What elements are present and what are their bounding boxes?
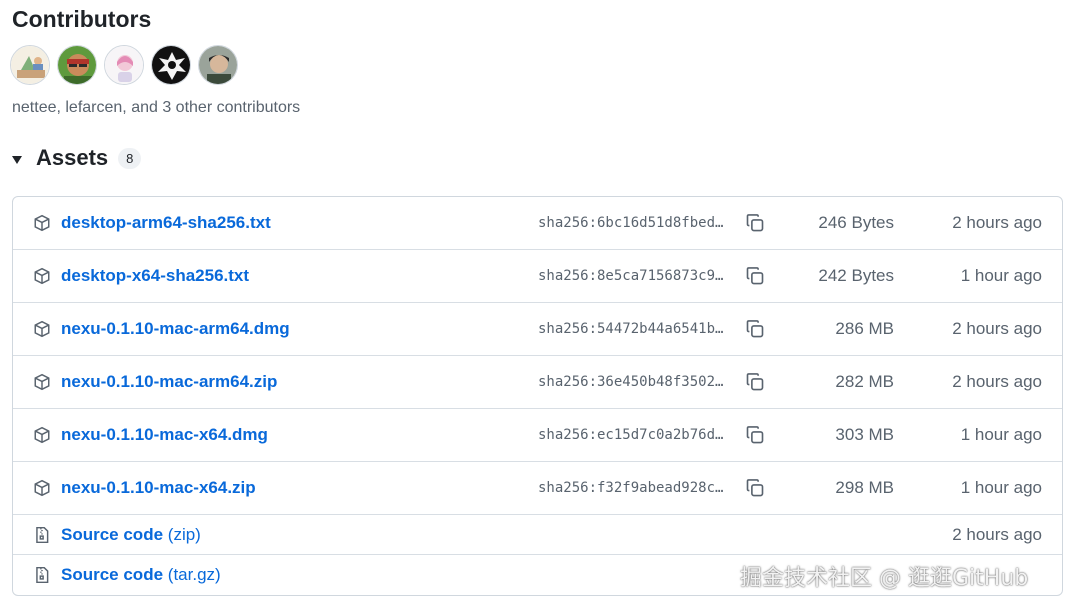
copy-icon[interactable] (745, 478, 765, 498)
source-code-format: (zip) (167, 524, 201, 544)
source-code-format: (tar.gz) (167, 565, 221, 584)
source-code-label: Source code (61, 524, 164, 544)
asset-time: 2 hours ago (952, 213, 1042, 232)
contributors-summary: nettee, lefarcen, and 3 other contributo… (12, 99, 301, 116)
sha-digest: sha256:f32f9abead928c… (538, 480, 724, 496)
list-item: nexu-0.1.10-mac-arm64.dmg sha256:54472b4… (13, 303, 1062, 356)
package-icon (33, 426, 51, 444)
source-code-zip-link[interactable]: Source code (zip) (61, 525, 201, 545)
avatar[interactable] (198, 45, 238, 85)
sha-digest: sha256:54472b44a6541b… (538, 321, 724, 337)
asset-link[interactable]: nexu-0.1.10-mac-x64.dmg (61, 425, 268, 445)
assets-list: desktop-arm64-sha256.txt sha256:6bc16d51… (12, 196, 1063, 596)
contributors-title: Contributors (12, 6, 152, 32)
asset-size: 298 MB (835, 478, 894, 497)
asset-link[interactable]: desktop-arm64-sha256.txt (61, 213, 271, 233)
sha-digest: sha256:6bc16d51d8fbed… (538, 215, 724, 231)
copy-icon[interactable] (745, 425, 765, 445)
asset-time: 1 hour ago (960, 478, 1042, 497)
source-code-label: Source code (61, 565, 164, 584)
package-icon (33, 214, 51, 232)
assets-title: Assets (36, 145, 109, 170)
package-icon (33, 479, 51, 497)
list-item: desktop-x64-sha256.txt sha256:8e5ca71568… (13, 250, 1062, 303)
asset-size: 303 MB (835, 425, 894, 444)
sha-digest: sha256:36e450b48f3502… (538, 374, 724, 390)
asset-link[interactable]: nexu-0.1.10-mac-arm64.dmg (61, 319, 290, 339)
list-item: nexu-0.1.10-mac-x64.dmg sha256:ec15d7c0a… (13, 409, 1062, 462)
asset-size: 242 Bytes (818, 266, 894, 285)
assets-toggle[interactable]: Assets 8 (12, 145, 142, 171)
caret-down-icon (12, 155, 22, 164)
asset-time: 2 hours ago (952, 319, 1042, 338)
file-zip-icon (33, 566, 51, 584)
asset-link[interactable]: nexu-0.1.10-mac-arm64.zip (61, 372, 277, 392)
avatar[interactable] (57, 45, 97, 85)
list-item: nexu-0.1.10-mac-arm64.zip sha256:36e450b… (13, 356, 1062, 409)
asset-time: 2 hours ago (952, 524, 1042, 544)
asset-size: 286 MB (835, 319, 894, 338)
avatar[interactable] (104, 45, 144, 85)
asset-time: 1 hour ago (960, 425, 1042, 444)
copy-icon[interactable] (745, 319, 765, 339)
asset-link[interactable]: nexu-0.1.10-mac-x64.zip (61, 478, 256, 498)
asset-size: 246 Bytes (818, 213, 894, 232)
sha-digest: sha256:ec15d7c0a2b76d… (538, 427, 724, 443)
package-icon (33, 320, 51, 338)
package-icon (33, 267, 51, 285)
list-item: desktop-arm64-sha256.txt sha256:6bc16d51… (13, 197, 1062, 250)
source-code-targz-link[interactable]: Source code (tar.gz) (61, 565, 221, 585)
list-item: Source code (zip) 2 hours ago (13, 515, 1062, 555)
asset-size: 282 MB (835, 372, 894, 391)
list-item: nexu-0.1.10-mac-x64.zip sha256:f32f9abea… (13, 462, 1062, 515)
sha-digest: sha256:8e5ca7156873c9… (538, 268, 724, 284)
file-zip-icon (33, 526, 51, 544)
copy-icon[interactable] (745, 372, 765, 392)
watermark: 掘金技术社区 @ 逛逛GitHub (740, 566, 1029, 591)
copy-icon[interactable] (745, 213, 765, 233)
avatar[interactable] (151, 45, 191, 85)
assets-count-badge: 8 (118, 147, 142, 169)
asset-link[interactable]: desktop-x64-sha256.txt (61, 266, 249, 286)
contributor-avatars (10, 45, 238, 85)
avatar[interactable] (10, 45, 50, 85)
asset-time: 2 hours ago (952, 372, 1042, 391)
asset-time: 1 hour ago (960, 266, 1042, 285)
package-icon (33, 373, 51, 391)
copy-icon[interactable] (745, 266, 765, 286)
